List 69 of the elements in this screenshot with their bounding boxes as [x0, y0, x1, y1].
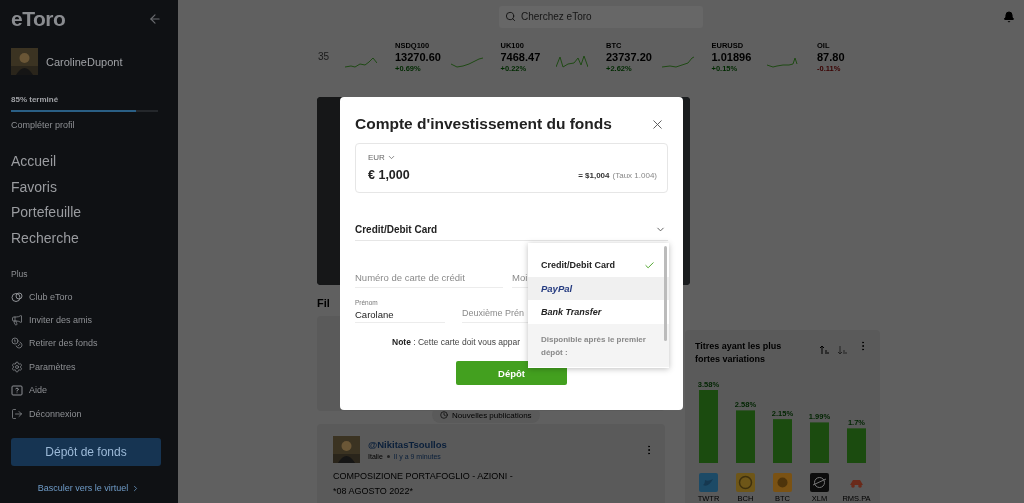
dropdown-option[interactable]: PayPal: [528, 277, 669, 300]
sparkline: [556, 54, 588, 69]
nav-item[interactable]: Accueil: [11, 149, 57, 175]
exchange-rate: (Taux 1.004): [612, 170, 657, 180]
bar: [847, 428, 866, 463]
dropdown-option[interactable]: Bank Transfer: [528, 300, 669, 323]
bar: [736, 410, 755, 463]
ticker-price: 7468.47: [500, 50, 541, 63]
feed-heading: Fil: [317, 297, 330, 309]
ticker-price: 13270.60: [395, 50, 441, 63]
dropdown-option[interactable]: Credit/Debit Card: [528, 243, 669, 277]
deposit-button[interactable]: Dépôt de fonds: [11, 438, 161, 467]
menu-item[interactable]: Retirer des fonds: [11, 331, 98, 356]
amount-value[interactable]: € 1,000: [368, 168, 579, 182]
carriage-icon: [850, 480, 863, 488]
ticker-price: 1.01896: [711, 50, 752, 63]
converted-amount: = $1,004: [578, 170, 610, 180]
menu-item[interactable]: Aide: [11, 378, 47, 402]
orbit-icon: [810, 473, 829, 492]
logout-icon: [11, 407, 23, 420]
bell-icon[interactable]: [1003, 10, 1015, 23]
virtual-link[interactable]: Basculer vers le virtuel: [37, 483, 141, 494]
user-name: CarolineDupont: [46, 55, 123, 68]
menu-item[interactable]: Club eToro: [11, 285, 73, 309]
dot-icon: [386, 455, 390, 458]
clock-icon: [440, 411, 448, 419]
scrollbar[interactable]: [664, 246, 667, 341]
coins-icon: [11, 337, 23, 350]
search-field[interactable]: Cherchez eToro: [499, 5, 703, 28]
help-icon: [11, 384, 23, 397]
sparkline: [450, 54, 483, 69]
card-number-field[interactable]: Numéro de carte de crédit: [355, 268, 503, 288]
section-heading: Plus: [11, 269, 28, 279]
nav-item[interactable]: Favoris: [11, 174, 57, 200]
sparkline: [661, 54, 694, 69]
note-text: Note : Cette carte doit vous appar: [392, 337, 521, 347]
dropdown-note: Disponible après le premier dépôt :: [528, 324, 669, 367]
bird-icon: [699, 473, 718, 492]
megaphone-icon: [11, 314, 23, 327]
ticker-price: 87.80: [817, 50, 845, 63]
bar: [773, 419, 792, 463]
collapse-icon[interactable]: [148, 12, 162, 26]
circles-icon: [11, 290, 23, 303]
logo[interactable]: eToro: [11, 7, 66, 31]
dialog-title: Compte d'investissement du fonds: [355, 115, 612, 133]
post-text: COMPOSIZIONE PORTAFOGLIO - AZIONI -: [333, 470, 513, 483]
coin-icon: [736, 473, 755, 492]
ticker-price: 23737.20: [606, 50, 652, 63]
payment-method-select[interactable]: Credit/Debit Card: [355, 219, 668, 241]
menu-item[interactable]: Inviter des amis: [11, 308, 93, 332]
search-icon: [505, 10, 516, 22]
ticker-value: 35: [318, 51, 331, 62]
widget-title: Titres ayant les plus fortes variations: [695, 340, 783, 366]
post-text: *08 AGOSTO 2022*: [333, 485, 413, 498]
currency-select[interactable]: EUR: [368, 153, 396, 162]
middle-name-field[interactable]: Deuxième Prén: [462, 303, 530, 323]
sort-down-icon[interactable]: [837, 344, 849, 356]
complete-profile-link[interactable]: Compléter profil: [11, 120, 75, 130]
bar: [810, 422, 829, 463]
nav-item[interactable]: Recherche: [11, 225, 79, 251]
sort-up-icon[interactable]: [819, 344, 831, 356]
check-icon: [644, 259, 655, 271]
menu-item[interactable]: Déconnexion: [11, 401, 82, 426]
settings-icon: [11, 360, 23, 373]
chevron-icon: [386, 153, 396, 162]
progress-label: 85% terminé: [11, 95, 60, 104]
menu-item[interactable]: Paramètres: [11, 355, 76, 379]
coin-icon: [773, 473, 792, 492]
nav-item[interactable]: Portefeuille: [11, 200, 82, 226]
